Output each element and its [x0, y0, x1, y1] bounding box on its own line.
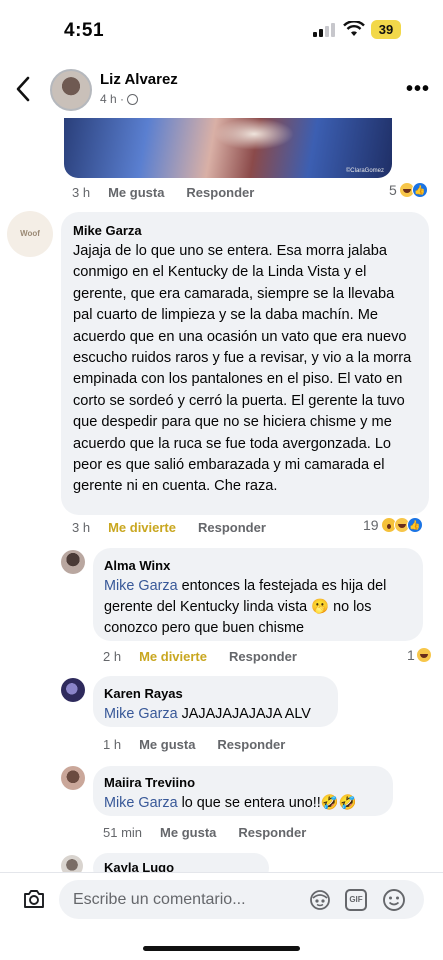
- reply-avatar[interactable]: [61, 550, 85, 574]
- post-time: 4 h ·: [100, 92, 125, 106]
- post-meta: 4 h ·: [100, 92, 139, 106]
- author-avatar[interactable]: [50, 69, 92, 111]
- post-header: Liz Alvarez 4 h · •••: [0, 62, 443, 118]
- comment-input[interactable]: Escribe un comentario... GIF: [59, 880, 424, 919]
- reply-actions: 51 min Me gusta Responder: [103, 825, 328, 840]
- avatar-sticker-icon[interactable]: [309, 889, 331, 911]
- reaction-count: 19: [363, 517, 379, 533]
- gif-icon[interactable]: GIF: [345, 889, 367, 911]
- reaction-button[interactable]: Me divierte: [108, 520, 176, 535]
- reaction-summary[interactable]: 1: [407, 647, 432, 663]
- comment-text: Jajaja de lo que uno se entera. Esa morr…: [73, 243, 412, 495]
- main-comment-actions: 3 h Me divierte Responder: [72, 520, 288, 535]
- like-reaction-icon: 👍: [411, 182, 428, 198]
- wifi-icon: [343, 21, 365, 36]
- status-time: 4:51: [64, 20, 105, 41]
- reply-button[interactable]: Responder: [198, 520, 266, 535]
- reply-bubble[interactable]: Alma Winx Mike Garza entonces la festeja…: [93, 548, 423, 641]
- like-button[interactable]: Me gusta: [108, 185, 164, 200]
- reply-text: Mike Garza JAJAJAJAJAJA ALV: [104, 704, 326, 725]
- like-button[interactable]: Me gusta: [139, 737, 195, 752]
- like-reaction-icon: 👍: [406, 517, 423, 533]
- comment-time: 3 h: [72, 520, 91, 535]
- image-highlight: [214, 118, 294, 150]
- comment-composer: Escribe un comentario... GIF: [0, 872, 443, 960]
- reply-button[interactable]: Responder: [229, 649, 297, 664]
- reaction-button[interactable]: Me divierte: [139, 649, 207, 664]
- reply-actions: 2 h Me divierte Responder: [103, 649, 319, 664]
- mention-link[interactable]: Mike Garza: [104, 795, 178, 811]
- commenter-avatar[interactable]: Woof: [7, 211, 53, 257]
- reply-body: lo que se entera uno!!🤣🤣: [177, 795, 357, 811]
- reply-bubble[interactable]: Karen Rayas Mike Garza JAJAJAJAJAJA ALV: [93, 676, 338, 727]
- comment-time: 3 h: [72, 185, 91, 200]
- comment-image[interactable]: ©ClaraGomez: [64, 118, 392, 178]
- reply-actions: 1 h Me gusta Responder: [103, 737, 307, 752]
- reply-avatar[interactable]: [61, 766, 85, 790]
- emoji-icon[interactable]: [382, 888, 406, 912]
- mention-link[interactable]: Mike Garza: [104, 578, 178, 594]
- reaction-count: 1: [407, 647, 415, 663]
- comment-placeholder: Escribe un comentario...: [73, 891, 246, 908]
- reply-time: 1 h: [103, 737, 122, 752]
- reply-button[interactable]: Responder: [217, 737, 285, 752]
- commenter-name[interactable]: Mike Garza: [73, 223, 417, 238]
- reaction-count: 5: [389, 182, 397, 198]
- comment-bubble[interactable]: Mike Garza Jajaja de lo que uno se enter…: [61, 212, 429, 515]
- reply-author-name[interactable]: Karen Rayas: [104, 686, 326, 701]
- mention-link[interactable]: Mike Garza: [104, 706, 178, 722]
- reply-body: JAJAJAJAJAJA ALV: [177, 706, 311, 722]
- haha-reaction-icon: [415, 647, 432, 663]
- reply-bubble[interactable]: Maiira Treviino Mike Garza lo que se ent…: [93, 766, 393, 816]
- reply-text: Mike Garza lo que se entera uno!!🤣🤣: [104, 793, 381, 814]
- image-credit: ©ClaraGomez: [345, 168, 384, 174]
- more-icon[interactable]: •••: [406, 79, 430, 99]
- globe-icon: [127, 93, 139, 105]
- reply-button[interactable]: Responder: [186, 185, 254, 200]
- reply-time: 51 min: [103, 825, 143, 840]
- battery-indicator: 39: [371, 20, 401, 39]
- reaction-summary[interactable]: 5 👍: [389, 182, 428, 198]
- like-button[interactable]: Me gusta: [160, 825, 216, 840]
- reply-author-name[interactable]: Maiira Treviino: [104, 775, 381, 790]
- reply-time: 2 h: [103, 649, 122, 664]
- reply-text: Mike Garza entonces la festejada es hija…: [104, 576, 411, 639]
- chevron-left-icon[interactable]: [14, 74, 34, 104]
- reply-button[interactable]: Responder: [238, 825, 306, 840]
- camera-icon[interactable]: [22, 887, 46, 911]
- author-name[interactable]: Liz Alvarez: [100, 71, 178, 88]
- status-bar: 4:51 39: [0, 0, 443, 60]
- top-comment-actions: 3 h Me gusta Responder: [72, 185, 276, 200]
- reply-avatar[interactable]: [61, 678, 85, 702]
- signal-icon: [313, 23, 335, 37]
- reaction-summary[interactable]: 19 👍: [363, 517, 423, 533]
- reply-author-name[interactable]: Alma Winx: [104, 558, 411, 573]
- home-indicator: [143, 946, 300, 951]
